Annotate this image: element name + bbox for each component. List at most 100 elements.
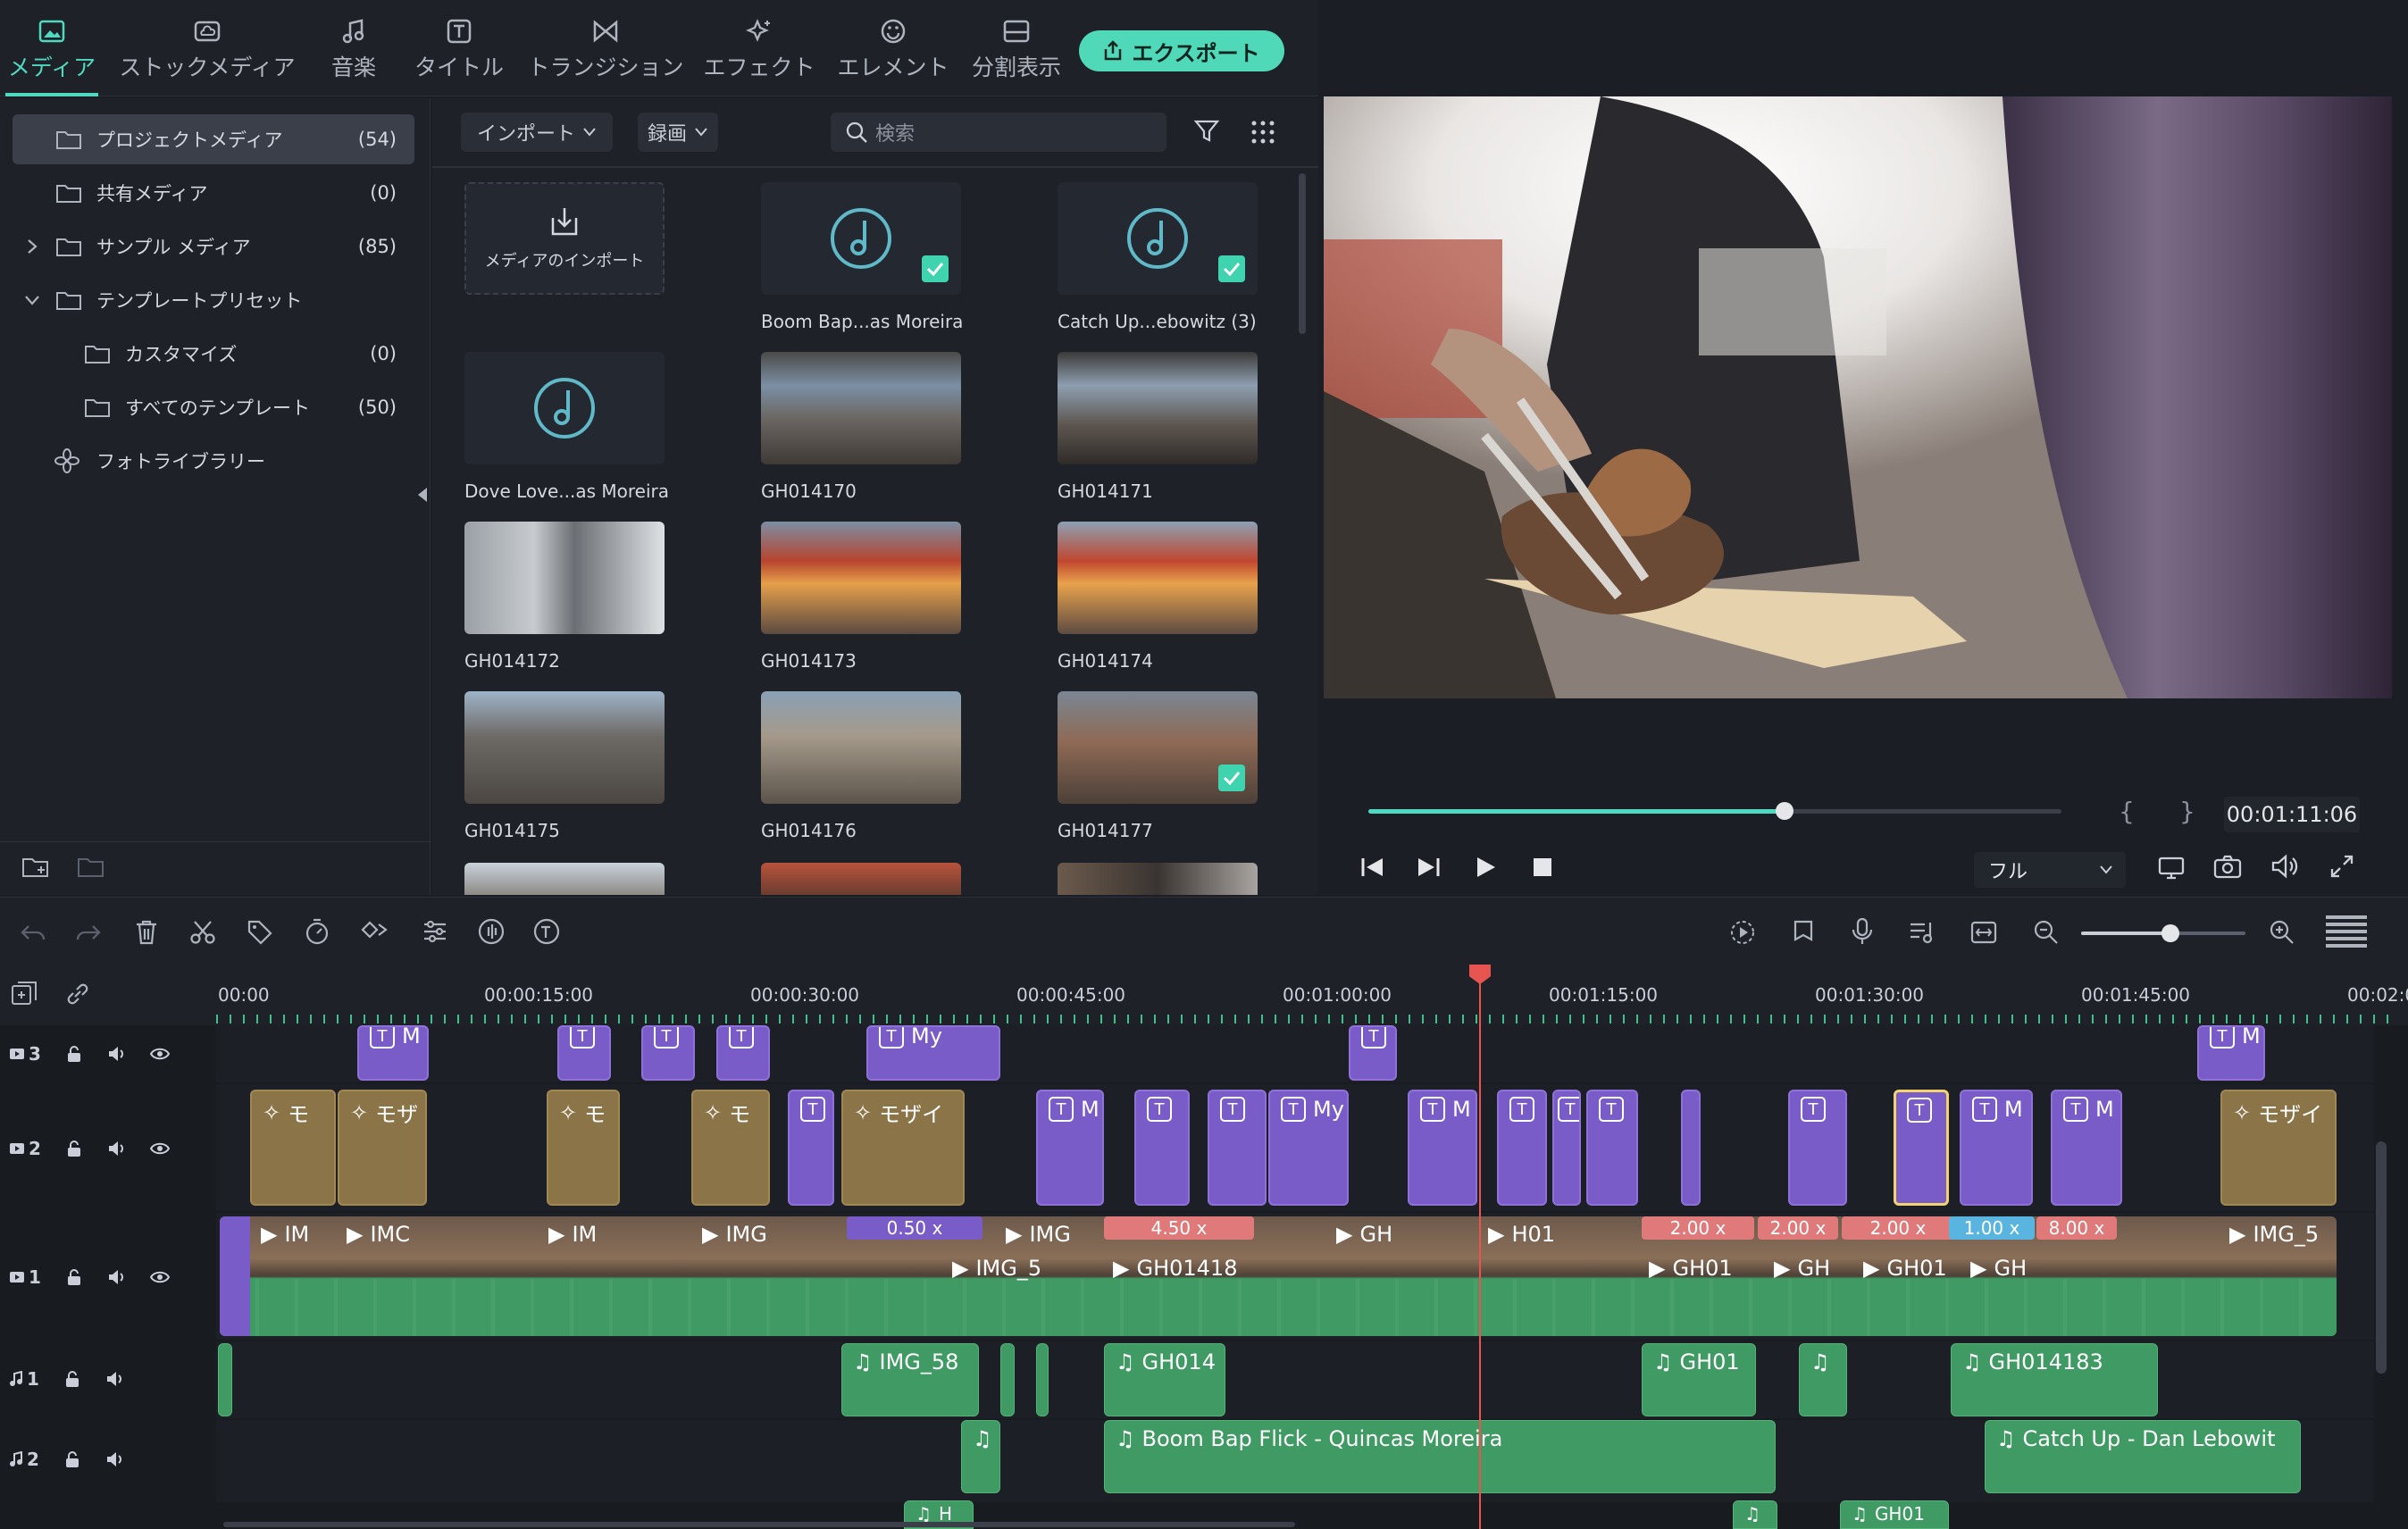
title-clip[interactable]: T	[1586, 1090, 1638, 1206]
speed-badge[interactable]: 1.00 x	[1949, 1216, 2035, 1240]
media-item-video[interactable]	[1058, 522, 1258, 634]
title-clip[interactable]: T My	[1268, 1090, 1349, 1206]
speaker-icon[interactable]	[107, 1269, 125, 1285]
title-clip[interactable]: T	[788, 1090, 834, 1206]
sidebar-item-photo-library[interactable]: フォトライブラリー	[13, 436, 414, 486]
add-track-icon[interactable]	[11, 981, 38, 1007]
timeline-playhead[interactable]	[1469, 965, 1491, 1529]
audio-clip[interactable]: ♫	[1799, 1343, 1847, 1416]
filter-icon[interactable]	[1193, 118, 1220, 145]
new-folder-icon[interactable]	[21, 854, 52, 881]
media-item-audio[interactable]	[1058, 182, 1258, 295]
lock-icon[interactable]	[66, 1045, 82, 1063]
adjust-icon[interactable]	[422, 919, 448, 944]
media-item-video[interactable]	[761, 863, 961, 895]
display-icon[interactable]	[2158, 856, 2185, 881]
audio-clip[interactable]: ♫ GH014183	[1951, 1343, 2158, 1416]
mark-out-button[interactable]: }	[2179, 797, 2195, 826]
effect-clip[interactable]: ✧ モ	[691, 1090, 770, 1206]
tab-effects[interactable]: エフェクト	[702, 13, 816, 93]
playback-progress-track[interactable]	[1368, 802, 2061, 820]
checked-icon[interactable]	[922, 255, 949, 282]
title-clip[interactable]: T	[1497, 1090, 1547, 1206]
cut-icon[interactable]	[189, 919, 216, 946]
tab-media[interactable]: メディア	[5, 13, 98, 96]
title-clip[interactable]: T	[1349, 1025, 1397, 1081]
effect-clip[interactable]: ✧ モ	[547, 1090, 620, 1206]
track-layout-icon[interactable]	[2326, 915, 2367, 953]
speaker-icon[interactable]	[107, 1046, 125, 1062]
checked-icon[interactable]	[1218, 255, 1245, 282]
horizontal-scrollbar[interactable]	[223, 1522, 1295, 1527]
video-clip-strip[interactable]: ▶ IM ▶ IMC ▶ IM ▶ IMG ▶ IMG_5 ▶ IMG ▶ GH01418 ▶…	[220, 1216, 2337, 1336]
record-dropdown[interactable]: 録画	[638, 113, 718, 152]
scrollbar[interactable]	[1299, 173, 1306, 334]
media-item-audio[interactable]	[464, 352, 665, 464]
sidebar-item-all-templates[interactable]: すべてのテンプレート (50)	[13, 382, 414, 432]
sidebar-item-project-media[interactable]: プロジェクトメディア (54)	[13, 114, 414, 164]
media-item-video[interactable]	[1058, 691, 1258, 804]
lock-icon[interactable]	[64, 1370, 80, 1388]
effect-clip[interactable]: ✧ モザイ	[2220, 1090, 2337, 1206]
keyframe-icon[interactable]	[359, 917, 389, 944]
title-clip[interactable]: T	[1552, 1090, 1581, 1206]
title-clip[interactable]: T	[1788, 1090, 1847, 1206]
fullscreen-icon[interactable]	[2329, 854, 2354, 879]
title-clip[interactable]	[1681, 1090, 1701, 1206]
title-clip[interactable]: T	[1134, 1090, 1190, 1206]
speed-badge[interactable]: 8.00 x	[2036, 1216, 2117, 1240]
import-dropdown[interactable]: インポート	[461, 113, 613, 152]
eye-icon[interactable]	[149, 1141, 170, 1156]
title-clip[interactable]: T	[641, 1025, 695, 1081]
delete-icon[interactable]	[134, 919, 159, 946]
title-clip[interactable]	[220, 1216, 250, 1336]
marker-icon[interactable]	[1792, 919, 1815, 946]
play-icon[interactable]	[1474, 856, 1497, 879]
media-item-audio[interactable]	[761, 182, 961, 295]
snapshot-icon[interactable]	[2213, 854, 2242, 879]
audio-clip[interactable]: ♫ GH014	[1104, 1343, 1225, 1416]
lock-icon[interactable]	[64, 1450, 80, 1468]
media-item-video[interactable]	[761, 352, 961, 464]
speaker-icon[interactable]	[105, 1371, 123, 1387]
media-item-video[interactable]	[1058, 352, 1258, 464]
speed-badge[interactable]: 0.50 x	[847, 1216, 982, 1240]
effect-clip[interactable]: ✧ モ	[250, 1090, 336, 1206]
title-clip[interactable]: TM	[1408, 1090, 1477, 1206]
checked-icon[interactable]	[1218, 764, 1245, 791]
zoom-slider-knob[interactable]	[2161, 924, 2179, 942]
speaker-icon[interactable]	[105, 1451, 123, 1467]
title-clip[interactable]: T	[716, 1025, 770, 1081]
title-clip[interactable]: T	[557, 1025, 611, 1081]
grid-view-icon[interactable]	[1250, 120, 1275, 145]
sidebar-item-sample-media[interactable]: サンプル メディア (85)	[13, 221, 414, 272]
title-clip[interactable]: TM	[357, 1025, 429, 1081]
audio-clip[interactable]: ♫	[961, 1420, 1000, 1493]
title-clip[interactable]: TM	[2197, 1025, 2265, 1081]
folder-outline-icon[interactable]	[77, 854, 107, 881]
preview-video[interactable]	[1324, 96, 2392, 698]
sidebar-item-template-presets[interactable]: テンプレートプリセット	[13, 275, 414, 325]
lock-icon[interactable]	[66, 1268, 82, 1286]
title-clip[interactable]: TM	[1036, 1090, 1104, 1206]
effect-clip[interactable]: ✧ モザ	[338, 1090, 427, 1206]
audio-clip[interactable]	[1036, 1343, 1049, 1416]
search-input[interactable]: 検索	[831, 113, 1166, 152]
sidebar-item-customize[interactable]: カスタマイズ (0)	[13, 329, 414, 379]
zoom-in-icon[interactable]	[2269, 919, 2295, 946]
media-item-video[interactable]	[1058, 863, 1258, 895]
sidebar-item-shared-media[interactable]: 共有メディア (0)	[13, 168, 414, 218]
quality-dropdown[interactable]: フル	[1974, 852, 2126, 888]
chevron-down-icon[interactable]	[23, 293, 41, 307]
eye-icon[interactable]	[149, 1270, 170, 1284]
stop-icon[interactable]	[1533, 857, 1552, 877]
tag-icon[interactable]	[247, 919, 273, 946]
render-preview-icon[interactable]	[1729, 919, 1756, 946]
speed-badge[interactable]: 2.00 x	[1842, 1216, 1954, 1240]
audio-clip[interactable]: ♫ Catch Up - Dan Lebowit	[1985, 1420, 2301, 1493]
media-item-video[interactable]	[464, 691, 665, 804]
zoom-slider[interactable]	[2081, 924, 2245, 942]
audio-clip[interactable]: ♫ IMG_58	[841, 1343, 979, 1416]
link-icon[interactable]	[64, 981, 91, 1007]
media-item-video[interactable]	[464, 522, 665, 634]
